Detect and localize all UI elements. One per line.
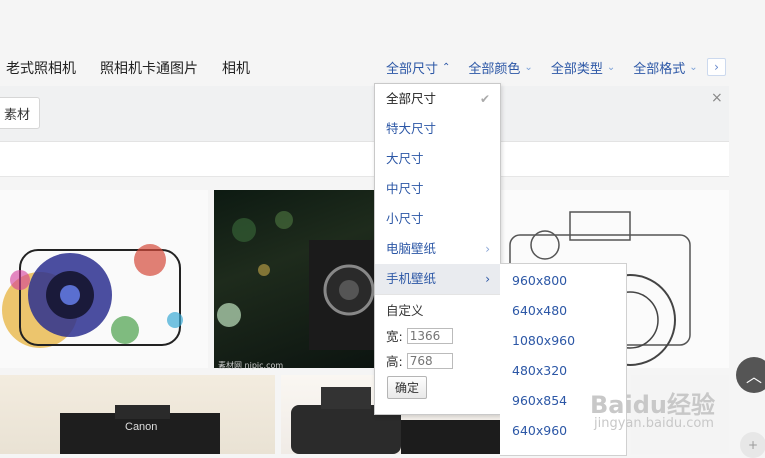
phone-size-option[interactable]: 480x320 <box>512 356 567 386</box>
size-option-phone-wallpaper[interactable]: 手机壁纸 › <box>375 264 500 294</box>
filter-label: 全部类型 <box>550 62 603 77</box>
custom-size-label: 自定义 <box>386 303 424 318</box>
result-image-bokeh-camera[interactable] <box>214 190 376 368</box>
divider <box>375 294 500 295</box>
check-icon: ✔ <box>479 92 490 106</box>
phone-size-option[interactable]: 640x480 <box>512 296 567 326</box>
close-icon[interactable]: × <box>711 90 723 106</box>
next-filters-button[interactable]: › <box>707 58 726 76</box>
chevron-down-icon: ⌄ <box>689 62 698 73</box>
result-image-watercolor-camera[interactable] <box>0 190 208 368</box>
result-image-canon-camera[interactable]: Canon <box>0 375 275 454</box>
filter-size[interactable]: 全部尺寸 ⌃ <box>386 58 450 77</box>
size-option-medium[interactable]: 中尺寸 <box>375 174 500 204</box>
chevron-right-icon: › <box>485 242 490 256</box>
size-option-desktop-wallpaper[interactable]: 电脑壁纸 › <box>375 234 500 264</box>
size-option-large[interactable]: 大尺寸 <box>375 144 500 174</box>
related-tags: 老式照相机 照相机卡通图片 相机 <box>6 58 250 78</box>
option-label: 电脑壁纸 <box>386 241 437 256</box>
chevron-down-icon: ⌄ <box>606 62 616 73</box>
filter-color[interactable]: 全部颜色 ⌄ <box>468 58 532 77</box>
phone-size-option[interactable]: 640x960 <box>512 416 567 446</box>
option-label: 手机壁纸 <box>386 271 437 286</box>
height-input[interactable] <box>406 352 453 369</box>
size-dropdown-menu: 全部尺寸 ✔ 特大尺寸 大尺寸 中尺寸 小尺寸 电脑壁纸 › 手机壁纸 › 自定… <box>374 83 501 415</box>
panel-strip <box>0 142 729 177</box>
bokeh-camera-image <box>217 211 376 350</box>
feedback-button[interactable]: + <box>740 432 765 458</box>
tag-item[interactable]: 照相机卡通图片 <box>100 58 198 78</box>
baidu-watermark-url: jingyan.baidu.com <box>594 416 714 431</box>
phone-size-option[interactable]: 960x854 <box>512 386 567 416</box>
filter-label: 全部格式 <box>633 62 686 77</box>
size-option-all[interactable]: 全部尺寸 ✔ <box>375 84 500 114</box>
filter-bar: 全部尺寸 ⌃ 全部颜色 ⌄ 全部类型 ⌄ 全部格式 ⌄ <box>386 58 698 77</box>
tag-item[interactable]: 老式照相机 <box>6 58 76 78</box>
phone-size-option[interactable]: 1080x960 <box>512 326 575 356</box>
filter-format[interactable]: 全部格式 ⌄ <box>633 58 697 77</box>
chevron-right-icon: › <box>485 272 490 286</box>
size-option-small[interactable]: 小尺寸 <box>375 204 500 234</box>
width-row: 宽: <box>386 326 453 345</box>
size-option-xlarge[interactable]: 特大尺寸 <box>375 114 500 144</box>
watercolor-camera-image <box>2 244 183 348</box>
tag-item[interactable]: 相机 <box>222 58 250 78</box>
width-label: 宽: <box>386 329 403 344</box>
chevron-up-icon: ⌃ <box>442 62 451 73</box>
plus-icon: + <box>747 438 759 452</box>
svg-text:Canon: Canon <box>125 421 157 433</box>
option-label: 全部尺寸 <box>386 91 437 106</box>
filter-type[interactable]: 全部类型 ⌄ <box>551 58 615 77</box>
chevron-down-icon: ⌄ <box>524 62 533 73</box>
chevron-right-icon: › <box>714 60 719 74</box>
height-label: 高: <box>386 354 403 369</box>
material-button[interactable]: 素材 <box>0 97 40 129</box>
baidu-watermark: Baidu经验 <box>590 391 715 419</box>
filter-panel <box>0 86 729 142</box>
scroll-to-top-button[interactable]: ︿ <box>736 357 765 393</box>
height-row: 高: <box>386 351 453 370</box>
canon-camera-image: Canon <box>60 405 220 454</box>
image-caption: 素材网 nipic.com <box>218 361 284 370</box>
width-input[interactable] <box>406 327 453 344</box>
filter-label: 全部尺寸 <box>386 62 439 77</box>
confirm-button[interactable]: 确定 <box>387 376 427 399</box>
phone-size-option[interactable]: 960x800 <box>512 266 567 296</box>
filter-label: 全部颜色 <box>468 62 521 77</box>
chevron-up-icon: ︿ <box>745 367 762 386</box>
